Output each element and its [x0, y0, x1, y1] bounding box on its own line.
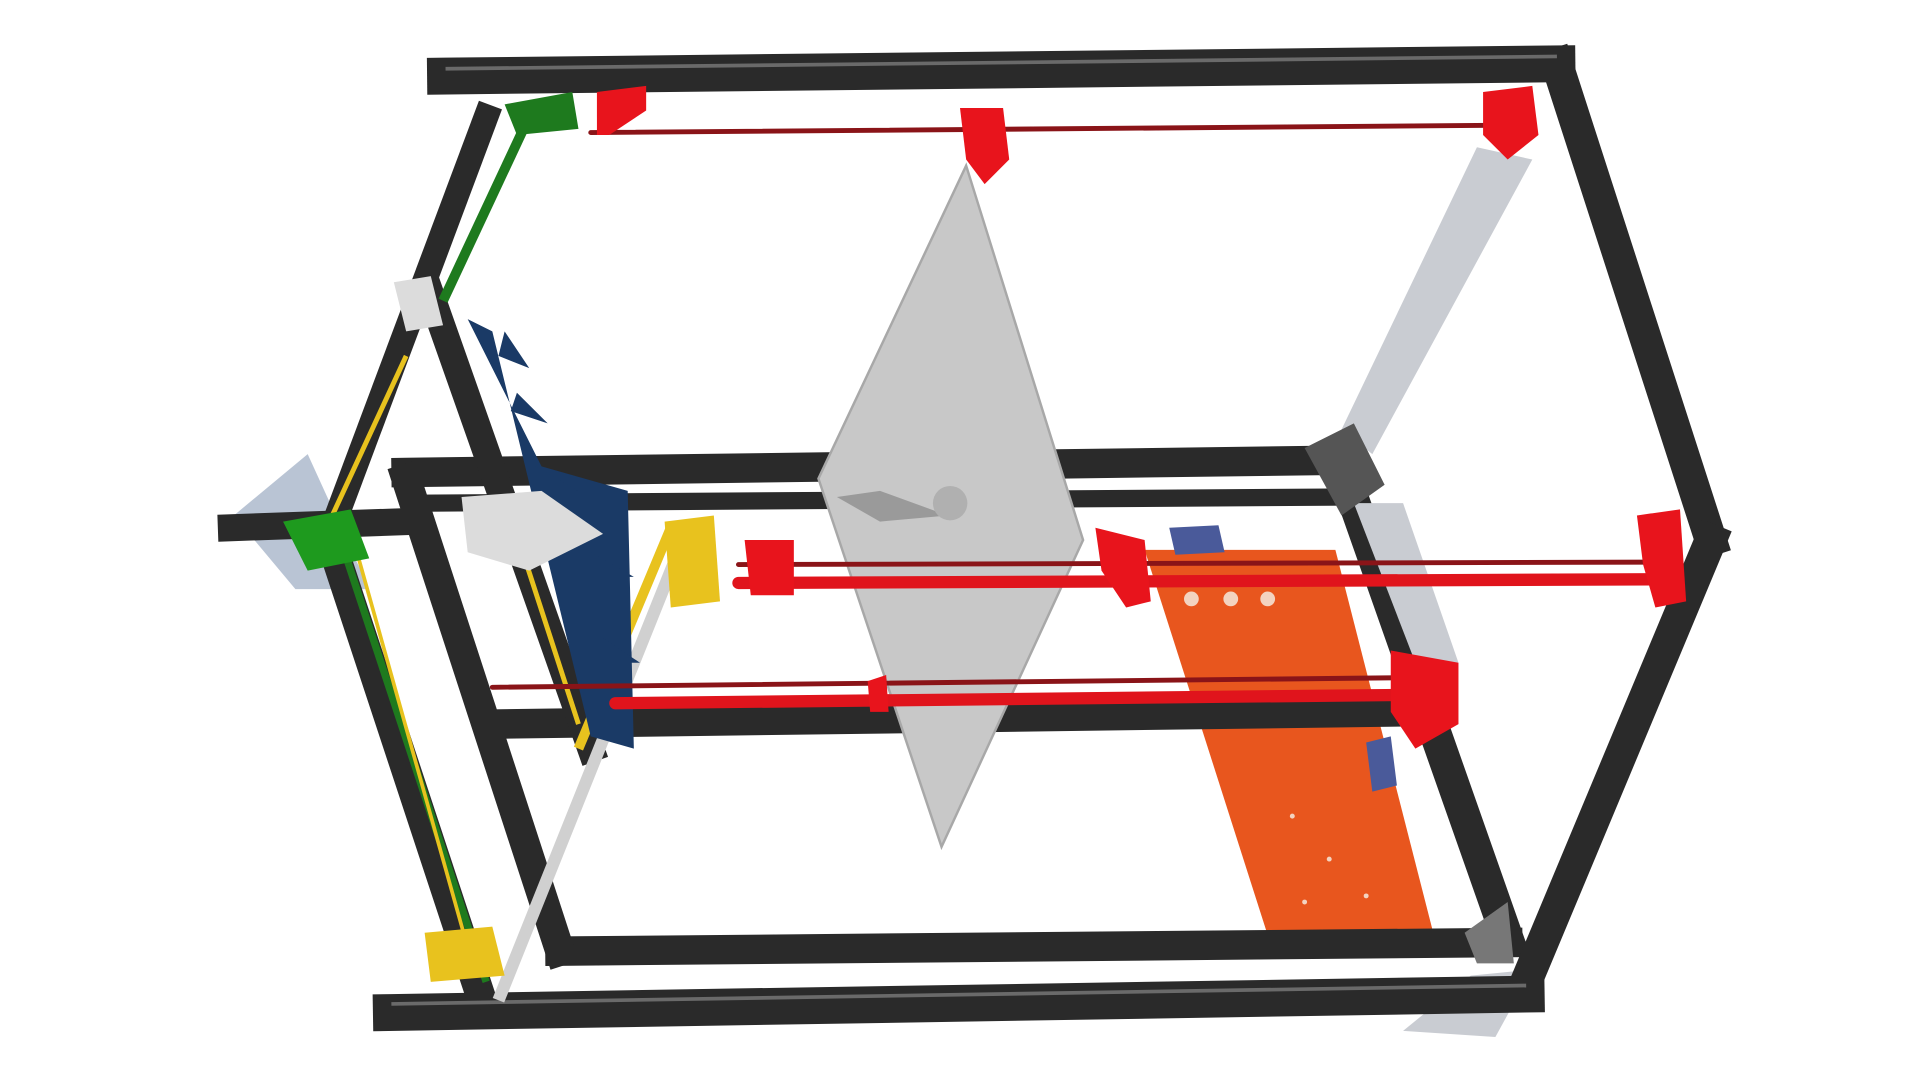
red-bracket-middle-right [1636, 509, 1687, 608]
yellow-carriage-bottom [424, 926, 505, 982]
red-bracket-carriage [1095, 527, 1151, 608]
red-bracket-top-left [596, 85, 647, 135]
green-corner-block-top [504, 92, 579, 135]
red-carriage-lower [867, 675, 889, 712]
gantry-frame-render [217, 43, 1732, 1038]
blue-clamp-top [1169, 525, 1225, 555]
red-bracket-top-right [1483, 85, 1539, 160]
red-bracket-middle-left [744, 540, 794, 596]
antenna-mount [932, 486, 968, 521]
yellow-end-block [664, 515, 720, 608]
red-brackets [596, 85, 1687, 749]
aluminium-brace-right [1341, 147, 1533, 455]
